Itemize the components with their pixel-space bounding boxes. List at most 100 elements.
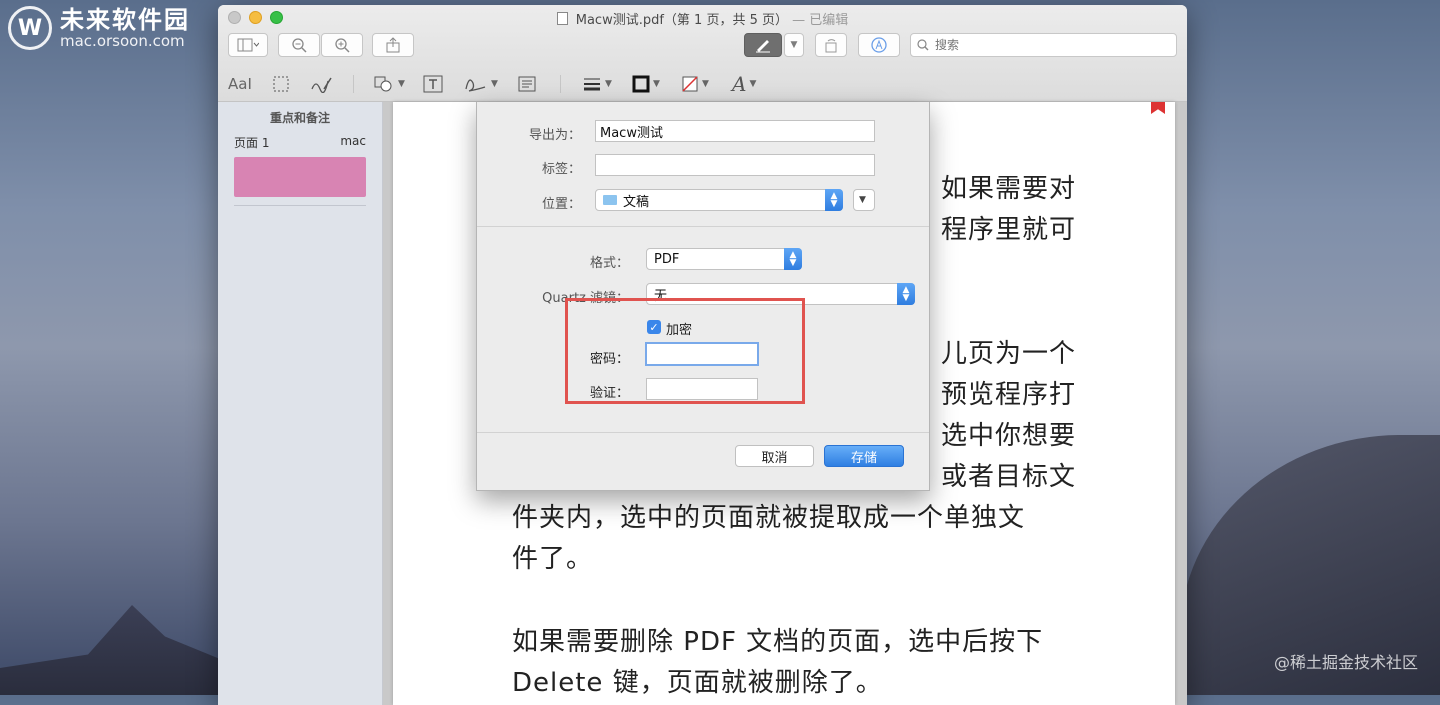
- signature-icon: [465, 79, 486, 92]
- fill-color-icon: [682, 76, 698, 92]
- sheet-divider: [477, 226, 929, 227]
- chevron-down-icon: ▼: [749, 79, 757, 89]
- export-as-field[interactable]: [595, 120, 875, 142]
- document-icon: [556, 12, 568, 25]
- share-icon: [386, 37, 400, 53]
- sketch-icon: [311, 77, 332, 93]
- line-style-icon: [584, 78, 600, 91]
- tags-label: 标签：: [541, 162, 581, 177]
- search-icon: [917, 39, 929, 51]
- zoom-in-button[interactable]: [321, 33, 363, 57]
- watermark-subtitle: mac.orsoon.com: [60, 32, 185, 50]
- watermark-badge-icon: W: [8, 6, 52, 50]
- toolbar-divider: [353, 75, 354, 93]
- page-text-line: 预览程序打: [941, 380, 1077, 410]
- zoom-out-button[interactable]: [278, 33, 320, 57]
- text-box-icon: [423, 75, 443, 93]
- page-text-line: 儿页为一个: [941, 339, 1077, 369]
- page-text-line: 选中你想要: [941, 421, 1077, 451]
- page-text-line: 如果需要删除 PDF 文档的页面，选中后按下: [512, 627, 1044, 657]
- window-title-text: Macw测试.pdf（第 1 页，共 5 页）: [575, 13, 788, 28]
- export-sheet: 导出为： 标签： 位置： 文稿 ▲▼ ▼ 格式： PDF ▲▼ Quartz 滤…: [476, 102, 930, 491]
- sidebar-icon: [237, 38, 259, 52]
- sheet-divider: [477, 432, 929, 433]
- border-color-icon: [632, 75, 650, 93]
- rect-selection-icon: [273, 76, 289, 92]
- chevron-down-icon: ▼: [859, 195, 866, 205]
- text-box-tool[interactable]: [423, 71, 443, 97]
- sidebar-heading: 重点和备注: [269, 111, 330, 125]
- page-notes-tool[interactable]: [518, 71, 536, 97]
- page-text-line: 或者目标文: [941, 462, 1077, 492]
- bookmark-icon[interactable]: [1151, 102, 1165, 114]
- page-text-line: 程序里就可: [941, 215, 1077, 245]
- highlight-annotation-box: [565, 298, 805, 404]
- tags-field[interactable]: [595, 154, 875, 176]
- chevron-down-icon: ▼: [790, 40, 798, 50]
- format-value: PDF: [654, 251, 680, 267]
- toolbar-divider: [560, 75, 561, 93]
- format-label: 格式：: [589, 256, 629, 271]
- watermark-corner-text: @稀土掘金技术社区: [1273, 653, 1418, 672]
- edited-status: — 已编辑: [792, 13, 849, 28]
- shapes-icon: [374, 76, 392, 92]
- annotate-button[interactable]: [858, 33, 900, 57]
- pen-icon: [756, 40, 770, 53]
- popup-stepper-icon: ▲ ▼: [825, 189, 843, 211]
- font-tool[interactable]: A ▼: [732, 71, 756, 97]
- folder-icon: [603, 195, 617, 205]
- sidebar-page-row[interactable]: 页面 1 mac: [218, 134, 382, 151]
- zoom-out-icon: [292, 38, 307, 53]
- expand-location-button[interactable]: ▼: [853, 189, 875, 211]
- export-as-label: 导出为：: [528, 128, 581, 143]
- note-icon: [518, 76, 536, 92]
- font-icon: A: [732, 72, 747, 96]
- sketch-tool[interactable]: [310, 71, 332, 97]
- search-input[interactable]: [933, 37, 1157, 53]
- watermark-title: 未来软件园: [60, 6, 190, 34]
- popup-stepper-icon: ▲ ▼: [784, 248, 802, 270]
- highlights-sidebar: 重点和备注 页面 1 mac: [218, 102, 383, 705]
- chevron-down-icon: ▼: [702, 79, 709, 89]
- popup-stepper-icon: ▲ ▼: [897, 283, 915, 305]
- text-style-tool[interactable]: AaI: [228, 71, 252, 97]
- search-field[interactable]: [910, 33, 1177, 57]
- location-value: 文稿: [623, 194, 650, 210]
- chevron-down-icon: ▼: [605, 79, 612, 89]
- page-text-line: 如果需要对: [941, 174, 1077, 204]
- chevron-down-icon: ▼: [653, 79, 660, 89]
- signature-tool[interactable]: ▼: [464, 71, 498, 97]
- markup-toolbar-button[interactable]: [744, 33, 782, 57]
- rotate-button[interactable]: [815, 33, 847, 57]
- share-button[interactable]: [372, 33, 414, 57]
- location-label: 位置：: [541, 197, 581, 212]
- format-popup[interactable]: PDF ▲ ▼: [646, 248, 802, 270]
- border-color-tool[interactable]: ▼: [632, 71, 660, 97]
- rect-selection-tool[interactable]: [272, 71, 290, 97]
- markup-menu-button[interactable]: ▼: [784, 33, 804, 57]
- zoom-in-icon: [335, 38, 350, 53]
- sidebar-divider: [234, 205, 366, 206]
- line-style-tool[interactable]: ▼: [582, 71, 612, 97]
- highlight-thumbnail[interactable]: [234, 157, 366, 197]
- location-popup[interactable]: 文稿 ▲ ▼: [595, 189, 843, 211]
- shapes-tool[interactable]: ▼: [373, 71, 405, 97]
- title-bar: Macw测试.pdf（第 1 页，共 5 页） — 已编辑 ▼ 搜索 AaI ▼…: [218, 5, 1187, 102]
- annotate-icon: [871, 37, 887, 53]
- sidebar-toggle-button[interactable]: [228, 33, 268, 57]
- sidebar-page-label: 页面 1: [234, 136, 270, 150]
- rotate-icon: [825, 39, 837, 53]
- chevron-down-icon: ▼: [491, 79, 498, 89]
- chevron-down-icon: ▼: [398, 79, 405, 89]
- markup-tools-row: AaI ▼ ▼ ▼ ▼ ▼ A ▼: [218, 71, 1187, 97]
- watermark-logo: W 未来软件园 mac.orsoon.com: [8, 6, 190, 50]
- window-title: Macw测试.pdf（第 1 页，共 5 页） — 已编辑: [218, 9, 1187, 28]
- save-button[interactable]: 存储: [824, 445, 904, 467]
- text-style-icon: AaI: [228, 75, 252, 93]
- page-text-line: 件夹内，选中的页面就被提取成一个单独文: [512, 503, 1026, 533]
- sidebar-author: mac: [340, 134, 366, 148]
- fill-color-tool[interactable]: ▼: [681, 71, 709, 97]
- cancel-button[interactable]: 取消: [735, 445, 814, 467]
- page-text-line: 件了。: [512, 544, 594, 574]
- page-text-line: Delete 键，页面就被删除了。: [512, 668, 883, 698]
